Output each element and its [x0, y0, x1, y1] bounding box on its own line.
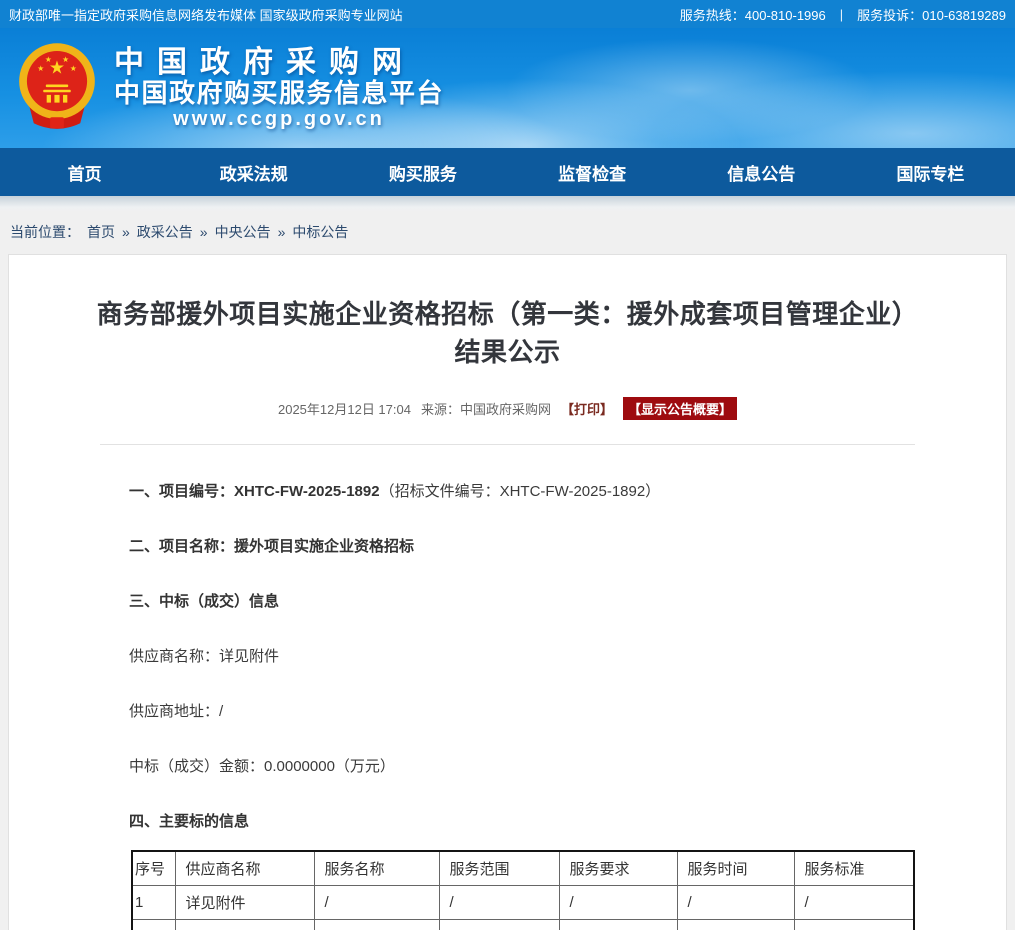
table-cell [314, 919, 439, 930]
meta-divider [100, 444, 915, 445]
table-header-cell: 序号 [132, 851, 175, 885]
print-button[interactable]: 【打印】 [561, 399, 613, 418]
table-cell [559, 919, 677, 930]
publish-datetime: 2025年12月12日 17:04 [278, 399, 411, 418]
breadcrumb-procurement-announcements[interactable]: 政采公告 [137, 222, 193, 242]
breadcrumb-separator: » [200, 224, 208, 240]
article-paragraph: 四、主要标的信息 [129, 813, 921, 830]
paragraph-bold-text: 三、中标（成交）信息 [129, 593, 279, 610]
nav-item-home[interactable]: 首页 [0, 148, 169, 196]
table-cell: 1 [132, 885, 175, 919]
announcement-article: 商务部援外项目实施企业资格招标（第一类：援外成套项目管理企业）结果公示 2025… [9, 255, 1006, 930]
article-meta: 2025年12月12日 17:04 来源：中国政府采购网 【打印】 【显示公告概… [94, 397, 921, 420]
site-logo-text: 中国政府采购网 中国政府购买服务信息平台 www.ccgp.gov.cn [114, 47, 444, 130]
top-utility-bar: 财政部唯一指定政府采购信息网络发布媒体 国家级政府采购专业网站 服务热线：400… [0, 0, 1015, 28]
article-paragraph: 三、中标（成交）信息 [129, 593, 921, 610]
table-header-cell: 服务要求 [559, 851, 677, 885]
table-header-cell: 服务名称 [314, 851, 439, 885]
svg-text:★: ★ [62, 55, 69, 64]
topbar-contacts: 服务热线：400-810-1996 | 服务投诉：010-63819289 [680, 5, 1006, 24]
table-header-cell: 服务范围 [439, 851, 559, 885]
paragraph-regular-text: 中标（成交）金额：0.0000000（万元） [129, 758, 395, 775]
table-cell: / [559, 885, 677, 919]
site-url: www.ccgp.gov.cn [114, 108, 444, 130]
china-national-emblem-icon: ★ ★ ★ ★ ★ [14, 41, 100, 135]
table-cell [439, 919, 559, 930]
table-header-cell: 服务标准 [794, 851, 914, 885]
paragraph-bold-text: 二、项目名称：援外项目实施企业资格招标 [129, 538, 414, 555]
nav-item-announcements[interactable]: 信息公告 [677, 148, 846, 196]
site-logo[interactable]: ★ ★ ★ ★ ★ 中国政府采购网 中国政府购买服务信息平台 www.ccgp.… [0, 41, 444, 135]
paragraph-regular-text: 供应商名称：详见附件 [129, 648, 279, 665]
breadcrumb-award-announcements[interactable]: 中标公告 [292, 222, 348, 242]
paragraph-bold-text: 四、主要标的信息 [129, 813, 249, 830]
nav-item-purchase-services[interactable]: 购买服务 [338, 148, 507, 196]
table-cell: / [439, 885, 559, 919]
page-title: 商务部援外项目实施企业资格招标（第一类：援外成套项目管理企业）结果公示 [94, 295, 921, 371]
table-cell: / [314, 885, 439, 919]
show-summary-button[interactable]: 【显示公告概要】 [623, 397, 737, 420]
article-source: 来源：中国政府采购网 [421, 399, 551, 418]
svg-text:★: ★ [70, 64, 77, 73]
paragraph-regular-text: （招标文件编号：XHTC-FW-2025-1892） [380, 483, 661, 500]
breadcrumb: 当前位置： 首页 » 政采公告 » 中央公告 » 中标公告 [0, 212, 1015, 254]
table-cell: / [677, 885, 794, 919]
table-row: 1 详见附件 / / / / / [132, 885, 914, 919]
article-paragraph: 一、项目编号：XHTC-FW-2025-1892（招标文件编号：XHTC-FW-… [129, 483, 921, 500]
header-fade-strip [0, 196, 1015, 212]
table-cell [175, 919, 314, 930]
service-complaint: 服务投诉：010-63819289 [857, 5, 1006, 24]
paragraph-regular-text: 供应商地址：/ [129, 703, 223, 720]
breadcrumb-home[interactable]: 首页 [87, 222, 115, 242]
table-header-row: 序号 供应商名称 服务名称 服务范围 服务要求 服务时间 服务标准 [132, 851, 914, 885]
bid-items-table: 序号 供应商名称 服务名称 服务范围 服务要求 服务时间 服务标准 1 详见附件… [131, 850, 915, 930]
breadcrumb-separator: » [278, 224, 286, 240]
site-subname-cn: 中国政府购买服务信息平台 [114, 79, 444, 108]
table-cell [677, 919, 794, 930]
nav-item-supervision[interactable]: 监督检查 [508, 148, 677, 196]
table-cell [794, 919, 914, 930]
table-cell: 详见附件 [175, 885, 314, 919]
breadcrumb-separator: » [122, 224, 130, 240]
breadcrumb-central-announcements[interactable]: 中央公告 [215, 222, 271, 242]
article-paragraph: 二、项目名称：援外项目实施企业资格招标 [129, 538, 921, 555]
service-hotline: 服务热线：400-810-1996 [680, 5, 826, 24]
nav-item-regulations[interactable]: 政采法规 [169, 148, 338, 196]
svg-text:★: ★ [37, 64, 44, 73]
article-paragraph: 供应商名称：详见附件 [129, 648, 921, 665]
article-paragraph: 供应商地址：/ [129, 703, 921, 720]
content-card: 商务部援外项目实施企业资格招标（第一类：援外成套项目管理企业）结果公示 2025… [8, 254, 1007, 930]
bid-items-table-wrapper: 序号 供应商名称 服务名称 服务范围 服务要求 服务时间 服务标准 1 详见附件… [131, 850, 921, 930]
table-header-cell: 服务时间 [677, 851, 794, 885]
table-header-cell: 供应商名称 [175, 851, 314, 885]
site-slogan: 财政部唯一指定政府采购信息网络发布媒体 国家级政府采购专业网站 [9, 5, 403, 24]
site-header: ★ ★ ★ ★ ★ 中国政府采购网 中国政府购买服务信息平台 www.ccgp.… [0, 28, 1015, 148]
breadcrumb-label: 当前位置： [10, 222, 80, 242]
site-name-cn: 中国政府采购网 [114, 47, 444, 79]
svg-text:★: ★ [45, 55, 52, 64]
article-paragraph: 中标（成交）金额：0.0000000（万元） [129, 758, 921, 775]
paragraph-bold-text: 一、项目编号：XHTC-FW-2025-1892 [129, 483, 380, 500]
table-cell [132, 919, 175, 930]
table-row [132, 919, 914, 930]
topbar-divider: | [840, 7, 843, 22]
nav-item-international[interactable]: 国际专栏 [846, 148, 1015, 196]
table-cell: / [794, 885, 914, 919]
main-nav: 首页 政采法规 购买服务 监督检查 信息公告 国际专栏 [0, 148, 1015, 196]
